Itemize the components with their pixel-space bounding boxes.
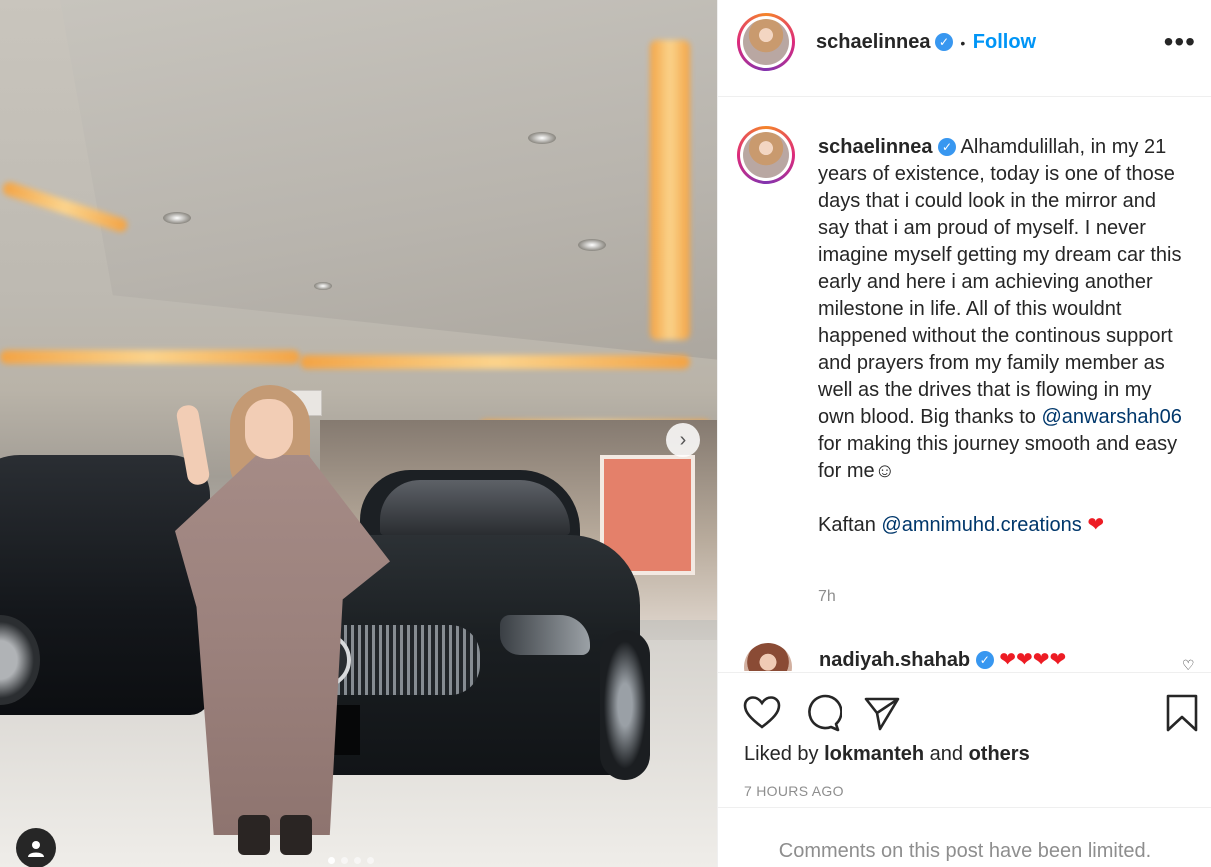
mention-link[interactable]: @anwarshah06 — [1041, 406, 1181, 428]
carousel-dot — [328, 857, 335, 864]
user-tag-icon[interactable] — [16, 828, 56, 867]
comment-like-icon[interactable]: ♡ — [1182, 657, 1195, 671]
mention-link[interactable]: @amnimuhd.creations — [881, 514, 1081, 536]
ceiling — [60, 0, 717, 360]
share-icon[interactable] — [862, 693, 902, 733]
comment-text: ❤❤❤❤ — [999, 649, 1067, 671]
next-arrow-glyph: › — [679, 428, 687, 451]
liked-by-others-link[interactable]: others — [969, 743, 1030, 765]
ceiling-light — [163, 212, 191, 224]
action-bar: Liked by lokmanteh and others 7 HOURS AG… — [718, 672, 1211, 808]
post-header: schaelinnea ✓ • Follow ••• — [718, 0, 1211, 97]
comment-text-row: nadiyah.shahab ✓ ❤❤❤❤ — [819, 647, 1066, 671]
ceiling-light — [528, 132, 556, 144]
avatar[interactable] — [737, 13, 795, 71]
caption-text: Alhamdulillah, in my 21 years of existen… — [818, 136, 1182, 428]
comment-icon[interactable] — [802, 693, 842, 733]
ceiling-glow — [650, 40, 690, 340]
ceiling-light — [314, 282, 332, 290]
ceiling-light — [578, 239, 606, 251]
header-user-row: schaelinnea ✓ • Follow — [816, 31, 1036, 54]
comment-username[interactable]: nadiyah.shahab — [819, 649, 970, 671]
more-options-icon[interactable]: ••• — [1164, 28, 1196, 56]
avatar[interactable] — [737, 126, 795, 184]
next-arrow-icon[interactable]: › — [666, 423, 700, 457]
username-link[interactable]: schaelinnea — [816, 31, 931, 53]
liked-by-prefix: Liked by — [744, 743, 825, 765]
separator: • — [960, 35, 966, 51]
post-timestamp[interactable]: 7 HOURS AGO — [744, 783, 844, 799]
liked-by-text: Liked by lokmanteh and others — [744, 743, 1030, 766]
comments-area[interactable]: schaelinnea ✓ Alhamdulillah, in my 21 ye… — [718, 98, 1211, 671]
comments-limited-notice: Comments on this post have been limited. — [778, 840, 1152, 862]
post-media[interactable]: › — [0, 0, 717, 867]
verified-icon: ✓ — [934, 33, 953, 51]
ceiling-glow — [300, 355, 690, 369]
comment-item: nadiyah.shahab ✓ ❤❤❤❤ ♡ — [742, 643, 1211, 671]
liked-by-middle: and — [924, 743, 969, 765]
heart-emoji: ❤ — [1087, 514, 1105, 536]
avatar[interactable] — [744, 643, 792, 671]
carousel-dot — [367, 857, 374, 864]
person — [160, 385, 400, 865]
carousel-dot — [341, 857, 348, 864]
caption-username[interactable]: schaelinnea — [818, 136, 933, 158]
ceiling-glow — [0, 350, 300, 364]
user-glyph — [28, 841, 44, 857]
bookmark-icon[interactable] — [1162, 693, 1202, 733]
heart-icon[interactable] — [742, 693, 782, 733]
caption-time[interactable]: 7h — [818, 588, 836, 606]
follow-button[interactable]: Follow — [973, 31, 1036, 53]
carousel-dots — [328, 857, 374, 864]
verified-icon: ✓ — [938, 138, 957, 156]
post-caption: schaelinnea ✓ Alhamdulillah, in my 21 ye… — [818, 134, 1188, 539]
post-side-panel: schaelinnea ✓ • Follow ••• schaelinnea ✓… — [717, 0, 1211, 867]
carousel-dot — [354, 857, 361, 864]
caption-text: for making this journey smooth and easy … — [818, 433, 1178, 482]
liked-by-user-link[interactable]: lokmanteh — [824, 743, 924, 765]
caption-text: Kaftan — [818, 514, 882, 536]
verified-icon: ✓ — [975, 651, 994, 669]
